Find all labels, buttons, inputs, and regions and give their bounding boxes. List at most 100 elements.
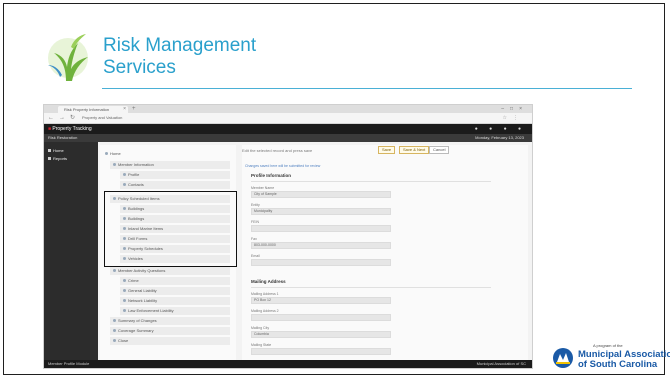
- nav-buttons-icon[interactable]: ←→↻: [48, 114, 80, 122]
- field-label: Mailing State: [251, 343, 272, 347]
- sidebar-item-home[interactable]: Home: [48, 148, 64, 154]
- tree-item-label: Close: [118, 338, 129, 343]
- text-field[interactable]: 803-000-0000: [251, 242, 391, 249]
- tree-item-label: Law Enforcement Liability: [128, 308, 174, 313]
- field-label: Mailing Address 2: [251, 309, 279, 313]
- tree-item[interactable]: Coverage Summary: [110, 327, 230, 335]
- tree-item[interactable]: Profile: [120, 171, 230, 179]
- app-sidebar: Home Reports: [44, 142, 98, 360]
- browser-toolbar-icons[interactable]: ☆⋮: [503, 114, 524, 122]
- slide-frame: Risk Management Services Risk Property I…: [3, 3, 670, 375]
- save-button[interactable]: Save: [378, 146, 396, 154]
- cancel-button[interactable]: Cancel: [429, 146, 450, 154]
- tree-item-label: Crime: [128, 278, 139, 283]
- app-header: ■ Property Tracking ● ● ● ●: [44, 124, 532, 134]
- tree-node-icon: [123, 309, 126, 313]
- section-rule: [251, 181, 491, 182]
- sidebar-item-reports[interactable]: Reports: [48, 156, 67, 162]
- new-tab-button[interactable]: +: [132, 105, 136, 113]
- address-bar: ←→↻ Property and Valuation ☆⋮: [44, 113, 532, 124]
- tree-item-label: Coverage Summary: [118, 328, 154, 333]
- tree-node-icon: [123, 183, 126, 187]
- header-icons[interactable]: ● ● ● ●: [475, 125, 526, 133]
- app-brand-label: Property Tracking: [52, 126, 92, 132]
- browser-tab-label: Risk Property Information: [64, 107, 110, 112]
- tree-item[interactable]: Crime: [120, 277, 230, 285]
- tree-node-icon: [113, 329, 116, 333]
- subheader-left: Risk Restoration: [48, 135, 78, 140]
- close-icon[interactable]: ×: [123, 106, 126, 113]
- home-icon: [48, 149, 51, 153]
- text-field[interactable]: Municipality: [251, 208, 391, 215]
- browser-tabbar: Risk Property Information × + –□×: [44, 105, 532, 113]
- tree-node-icon: [105, 152, 108, 156]
- masc-name-line-2: of South Carolina: [578, 359, 658, 370]
- tree-item[interactable]: Close: [110, 337, 230, 345]
- tree-node-icon: [123, 289, 126, 293]
- subheader-date: Monday, February 13, 2023: [475, 135, 524, 140]
- tree-item-label: Member Information: [118, 162, 154, 167]
- edit-note: Edit the selected record and press save: [242, 148, 313, 153]
- tree-item[interactable]: Member Activity Questions: [110, 267, 230, 275]
- title-rule: [102, 88, 632, 89]
- browser-tab[interactable]: Risk Property Information ×: [58, 106, 128, 113]
- tree-item-label: Summary of Changes: [118, 318, 157, 323]
- profile-section-title: Profile Information: [251, 173, 292, 178]
- tree-item[interactable]: Summary of Changes: [110, 317, 230, 325]
- sidebar-item-label: Reports: [53, 156, 68, 161]
- program-note: A program of the: [593, 343, 623, 348]
- app-subheader: Risk Restoration Monday, February 13, 20…: [44, 134, 532, 142]
- tree-node-icon: [123, 173, 126, 177]
- text-field[interactable]: [251, 348, 391, 355]
- tree-node-icon: [123, 279, 126, 283]
- tree-item[interactable]: Network Liability: [120, 297, 230, 305]
- tree-node-icon: [123, 299, 126, 303]
- save-next-button[interactable]: Save & Next: [399, 146, 430, 154]
- slide-title: Risk Management Services: [103, 35, 256, 79]
- tree-node-icon: [113, 339, 116, 343]
- url-text[interactable]: Property and Valuation: [82, 115, 122, 121]
- text-field[interactable]: City of Sample: [251, 191, 391, 198]
- tree-node-icon: [113, 319, 116, 323]
- tree-node-icon: [113, 163, 116, 167]
- tree-item[interactable]: Home: [102, 150, 230, 158]
- tree-item-label: Network Liability: [128, 298, 158, 303]
- text-field[interactable]: PO Box 12: [251, 297, 391, 304]
- report-icon: [48, 157, 51, 161]
- text-field[interactable]: [251, 259, 391, 266]
- form-link-note[interactable]: Changes saved here will be submitted for…: [245, 164, 320, 168]
- title-line-1: Risk Management: [103, 35, 257, 56]
- masc-logo-icon: [553, 348, 573, 368]
- tree-item-label: General Liability: [128, 288, 157, 293]
- text-field[interactable]: [251, 225, 391, 232]
- highlight-box: [104, 191, 237, 267]
- tree-item[interactable]: Member Information: [110, 161, 230, 169]
- masc-name: Municipal Association of South Carolina: [578, 350, 670, 370]
- mailing-section-title: Mailing Address: [251, 279, 286, 284]
- text-field[interactable]: [251, 314, 391, 321]
- tree-item[interactable]: General Liability: [120, 287, 230, 295]
- field-label: FEIN: [251, 220, 259, 224]
- window-controls[interactable]: –□×: [501, 105, 528, 113]
- text-field[interactable]: Columbia: [251, 331, 391, 338]
- field-label: Mailing City: [251, 326, 270, 330]
- title-line-2: Services: [103, 57, 176, 78]
- field-label: Entity: [251, 203, 260, 207]
- profile-form: Edit the selected record and press save …: [242, 145, 528, 360]
- section-rule: [251, 287, 491, 288]
- field-label: Fax: [251, 237, 257, 241]
- tree-item[interactable]: Law Enforcement Liability: [120, 307, 230, 315]
- app-brand: ■ Property Tracking: [48, 126, 92, 132]
- field-label: Member Name: [251, 186, 275, 190]
- status-right: Municipal Association of SC: [476, 361, 526, 366]
- tree-item-label: Profile: [128, 172, 140, 177]
- tree-item-label: Home: [110, 151, 121, 156]
- tree-node-icon: [113, 269, 116, 273]
- embedded-screenshot: Risk Property Information × + –□× ←→↻ Pr…: [43, 104, 533, 369]
- field-label: Mailing Address 1: [251, 292, 279, 296]
- status-bar: Member Profile Module Municipal Associat…: [44, 360, 532, 368]
- rms-leaf-logo: [48, 34, 88, 81]
- tree-item[interactable]: Contacts: [120, 181, 230, 189]
- status-left: Member Profile Module: [48, 361, 90, 366]
- tree-item-label: Member Activity Questions: [118, 268, 166, 273]
